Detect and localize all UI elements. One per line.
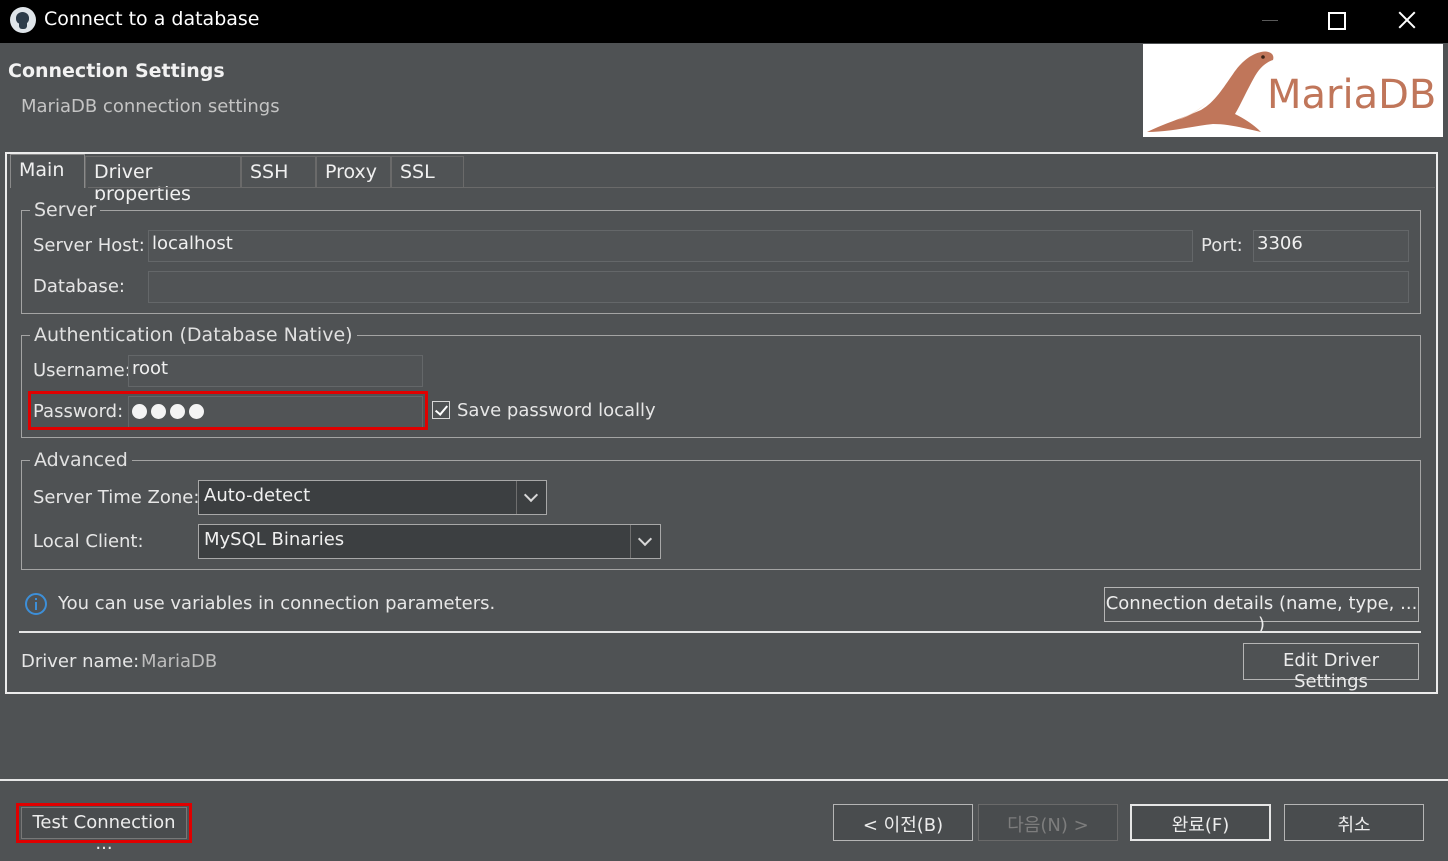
driver-name-label: Driver name: — [21, 651, 140, 672]
tab-divider — [88, 187, 1435, 188]
local-client-label: Local Client: — [33, 531, 144, 552]
local-client-select[interactable]: MySQL Binaries — [198, 524, 661, 559]
finish-button[interactable]: 완료(F) — [1130, 804, 1271, 841]
title-bar: Connect to a database — [0, 0, 1448, 43]
local-client-value: MySQL Binaries — [204, 529, 345, 550]
chevron-down-icon[interactable] — [630, 525, 660, 558]
chevron-down-icon[interactable] — [516, 481, 546, 514]
footer-divider — [0, 779, 1448, 781]
password-highlight — [28, 391, 428, 430]
save-password-label[interactable]: Save password locally — [457, 400, 656, 421]
server-legend: Server — [30, 199, 101, 221]
edit-driver-settings-button[interactable]: Edit Driver Settings — [1243, 643, 1419, 692]
close-icon[interactable] — [1372, 0, 1444, 43]
driver-name-value: MariaDB — [141, 651, 218, 672]
page-title: Connection Settings — [8, 60, 225, 82]
test-connection-highlight — [16, 803, 192, 843]
variables-info-text: You can use variables in connection para… — [58, 593, 496, 614]
mariadb-logo: MariaDB — [1143, 44, 1443, 137]
save-password-checkbox[interactable] — [432, 401, 450, 419]
authentication-legend: Authentication (Database Native) — [30, 324, 357, 346]
port-input[interactable]: 3306 — [1253, 230, 1409, 262]
maximize-icon[interactable] — [1300, 0, 1372, 43]
cancel-button[interactable]: 취소 — [1284, 804, 1424, 841]
tab-main[interactable]: Main — [10, 154, 85, 188]
back-button[interactable]: < 이전(B) — [833, 804, 973, 841]
minimize-icon[interactable] — [1232, 0, 1304, 43]
tab-proxy[interactable]: Proxy — [316, 156, 391, 188]
database-label: Database: — [33, 276, 125, 297]
advanced-legend: Advanced — [30, 449, 132, 471]
server-host-input[interactable]: localhost — [148, 230, 1193, 262]
server-host-label: Server Host: — [33, 235, 145, 256]
dbeaver-app-icon — [10, 7, 36, 33]
next-button[interactable]: 다음(N) > — [978, 804, 1118, 841]
timezone-select[interactable]: Auto-detect — [198, 480, 547, 515]
page-subtitle: MariaDB connection settings — [21, 96, 280, 117]
info-icon — [25, 593, 47, 615]
connection-details-button[interactable]: Connection details (name, type, ... ) — [1104, 587, 1419, 635]
timezone-value: Auto-detect — [204, 485, 311, 506]
tab-ssl[interactable]: SSL — [391, 156, 464, 188]
username-input[interactable]: root — [128, 355, 423, 387]
port-label: Port: — [1201, 235, 1243, 256]
database-input[interactable] — [148, 271, 1409, 303]
logo-text: MariaDB — [1267, 72, 1437, 118]
username-label: Username: — [33, 360, 131, 381]
timezone-label: Server Time Zone: — [33, 487, 200, 508]
tab-driver-properties[interactable]: Driver properties — [85, 156, 241, 205]
divider — [19, 631, 1421, 633]
window-title: Connect to a database — [44, 8, 260, 30]
tab-ssh[interactable]: SSH — [241, 156, 316, 188]
